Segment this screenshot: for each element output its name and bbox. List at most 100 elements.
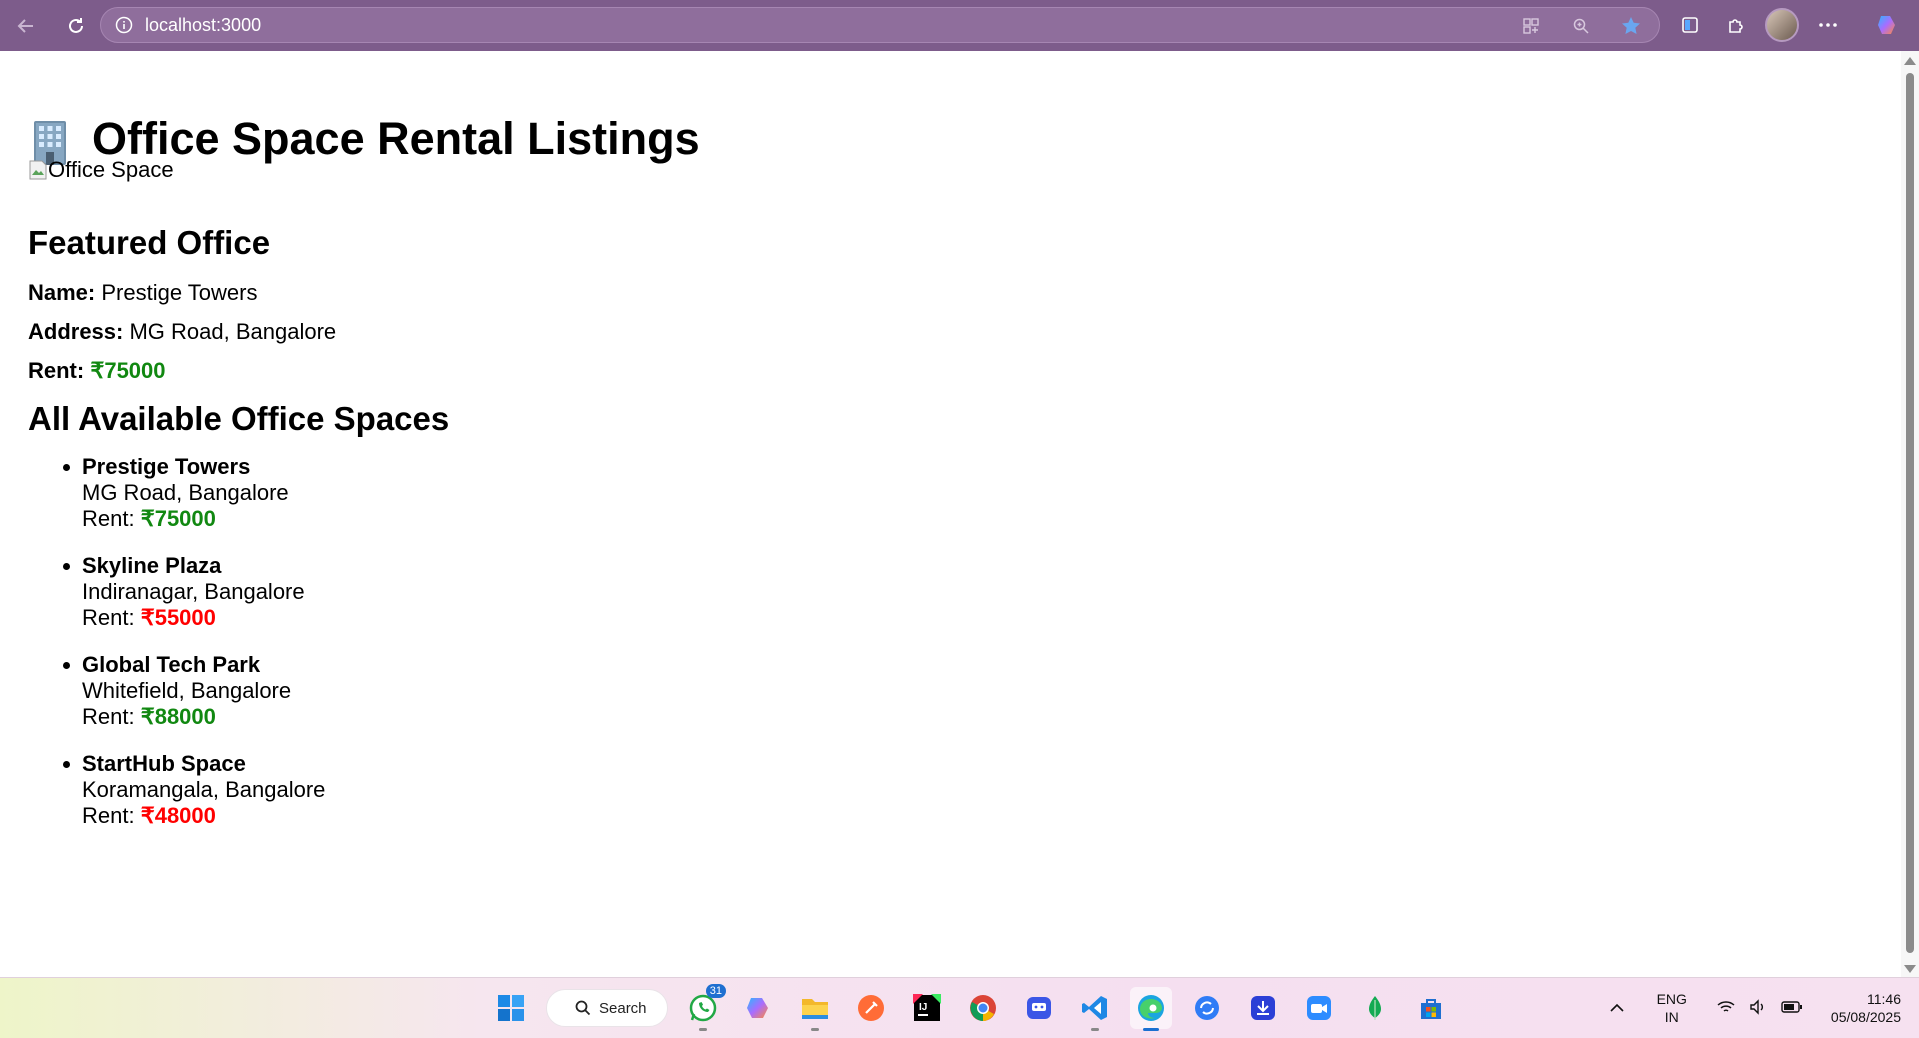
chrome-app[interactable] bbox=[962, 987, 1004, 1029]
language-code: ENG bbox=[1656, 991, 1687, 1007]
postman-app[interactable] bbox=[850, 987, 892, 1029]
url-text[interactable]: localhost:3000 bbox=[145, 15, 261, 36]
clock-time: 11:46 bbox=[1867, 991, 1901, 1007]
taskbar-search[interactable]: Search bbox=[546, 989, 668, 1027]
address-label: Address: bbox=[28, 319, 124, 344]
back-arrow-icon bbox=[17, 18, 33, 33]
page-title-text: Office Space Rental Listings bbox=[92, 113, 700, 164]
vertical-scrollbar[interactable] bbox=[1901, 51, 1919, 977]
clock-date: 05/08/2025 bbox=[1830, 1009, 1901, 1025]
favorite-star-icon[interactable] bbox=[1613, 8, 1649, 44]
download-icon bbox=[1251, 996, 1275, 1020]
scrollbar-thumb[interactable] bbox=[1906, 73, 1914, 953]
listing-address: Koramangala, Bangalore bbox=[82, 777, 326, 802]
chat-icon bbox=[1027, 997, 1051, 1019]
office-building-icon bbox=[28, 117, 72, 165]
zoom-app[interactable] bbox=[1298, 987, 1340, 1029]
address-value: MG Road, Bangalore bbox=[129, 319, 337, 344]
intellij-icon: IJ bbox=[913, 994, 941, 1021]
file-explorer-app[interactable] bbox=[794, 987, 836, 1031]
sync-app[interactable] bbox=[1186, 987, 1228, 1029]
store-app[interactable] bbox=[1410, 987, 1452, 1029]
whatsapp-badge: 31 bbox=[705, 984, 726, 998]
chat-app[interactable] bbox=[1018, 987, 1060, 1029]
listing-address: Whitefield, Bangalore bbox=[82, 678, 292, 703]
vscode-app[interactable] bbox=[1074, 987, 1116, 1031]
show-hidden-icons-icon[interactable] bbox=[1609, 1000, 1625, 1016]
app-available-icon[interactable] bbox=[1513, 8, 1549, 44]
search-label: Search bbox=[599, 999, 647, 1017]
start-button[interactable] bbox=[490, 987, 532, 1029]
profile-avatar[interactable] bbox=[1764, 7, 1800, 43]
windows-taskbar: Search 31 IJ ENG IN 11:46 05/08/2025 bbox=[0, 977, 1919, 1038]
listing-rent-value: ₹55000 bbox=[140, 605, 216, 630]
listing-name: Prestige Towers bbox=[82, 454, 251, 479]
listing-rent: Rent: ₹75000 bbox=[82, 506, 325, 532]
intellij-app[interactable]: IJ bbox=[906, 987, 948, 1029]
copilot-app[interactable] bbox=[738, 987, 780, 1029]
broken-image-icon bbox=[28, 159, 48, 181]
list-item: Prestige Towers MG Road, Bangalore Rent:… bbox=[28, 454, 325, 532]
listing-rent-value: ₹48000 bbox=[140, 803, 216, 828]
scroll-up-arrow-icon[interactable] bbox=[1904, 57, 1916, 65]
folder-icon bbox=[802, 999, 828, 1019]
address-bar[interactable]: localhost:3000 bbox=[100, 7, 1660, 43]
edge-icon bbox=[1138, 995, 1164, 1021]
rent-prefix: Rent: bbox=[82, 506, 135, 531]
wifi-icon[interactable] bbox=[1717, 1000, 1735, 1017]
listing-name: Skyline Plaza bbox=[82, 553, 222, 578]
video-camera-icon bbox=[1307, 996, 1331, 1020]
clock[interactable]: 11:46 05/08/2025 bbox=[1831, 990, 1901, 1026]
rent-prefix: Rent: bbox=[82, 803, 135, 828]
refresh-icon bbox=[69, 17, 83, 33]
listing-rent-value: ₹75000 bbox=[140, 506, 216, 531]
download-app[interactable] bbox=[1242, 987, 1284, 1029]
site-info-icon[interactable] bbox=[113, 14, 135, 36]
windows-logo-icon bbox=[498, 995, 524, 1021]
system-tray: ENG IN 11:46 05/08/2025 bbox=[1609, 978, 1901, 1038]
list-item: Global Tech Park Whitefield, Bangalore R… bbox=[28, 652, 325, 730]
office-space-image: Office Space bbox=[28, 157, 174, 183]
mongodb-leaf-icon bbox=[1369, 996, 1381, 1020]
input-language[interactable]: ENG IN bbox=[1657, 990, 1687, 1026]
listing-rent: Rent: ₹48000 bbox=[82, 803, 325, 829]
listing-rent: Rent: ₹88000 bbox=[82, 704, 325, 730]
store-bag-icon bbox=[1421, 999, 1441, 1019]
copilot-icon[interactable] bbox=[1870, 7, 1906, 43]
sync-icon bbox=[1195, 996, 1219, 1020]
language-region: IN bbox=[1664, 1009, 1679, 1025]
running-indicator bbox=[699, 1028, 707, 1031]
running-indicator bbox=[1143, 1028, 1159, 1031]
copilot-app-icon bbox=[747, 998, 768, 1018]
postman-icon bbox=[858, 995, 884, 1021]
mongodb-app[interactable] bbox=[1354, 987, 1396, 1029]
volume-icon[interactable] bbox=[1749, 998, 1767, 1018]
office-list: Prestige Towers MG Road, Bangalore Rent:… bbox=[28, 454, 325, 850]
svg-text:IJ: IJ bbox=[919, 1002, 927, 1013]
chrome-icon bbox=[970, 995, 996, 1021]
page-content: Office Space Rental Listings Office Spac… bbox=[0, 51, 1901, 977]
whatsapp-app[interactable]: 31 bbox=[682, 984, 726, 1031]
scroll-down-arrow-icon[interactable] bbox=[1904, 965, 1916, 973]
list-item: Skyline Plaza Indiranagar, Bangalore Ren… bbox=[28, 553, 325, 631]
all-spaces-title: All Available Office Spaces bbox=[28, 400, 450, 437]
zoom-icon[interactable] bbox=[1563, 8, 1599, 44]
battery-icon[interactable] bbox=[1781, 1000, 1803, 1016]
listing-address: MG Road, Bangalore bbox=[82, 480, 289, 505]
split-screen-icon[interactable] bbox=[1672, 7, 1708, 43]
featured-address: Address: MG Road, Bangalore bbox=[28, 319, 336, 345]
featured-name: Name: Prestige Towers bbox=[28, 280, 257, 306]
edge-app[interactable] bbox=[1130, 987, 1172, 1031]
listing-address: Indiranagar, Bangalore bbox=[82, 579, 305, 604]
featured-section-title: Featured Office bbox=[28, 224, 271, 261]
rent-prefix: Rent: bbox=[82, 704, 135, 729]
name-value: Prestige Towers bbox=[101, 280, 258, 305]
extensions-icon[interactable] bbox=[1718, 7, 1754, 43]
search-icon bbox=[575, 1000, 591, 1016]
name-label: Name: bbox=[28, 280, 96, 305]
refresh-button[interactable] bbox=[56, 6, 96, 46]
listing-name: StartHub Space bbox=[82, 751, 246, 776]
more-options-icon[interactable] bbox=[1810, 7, 1846, 43]
back-button[interactable] bbox=[6, 6, 46, 46]
listing-name: Global Tech Park bbox=[82, 652, 261, 677]
